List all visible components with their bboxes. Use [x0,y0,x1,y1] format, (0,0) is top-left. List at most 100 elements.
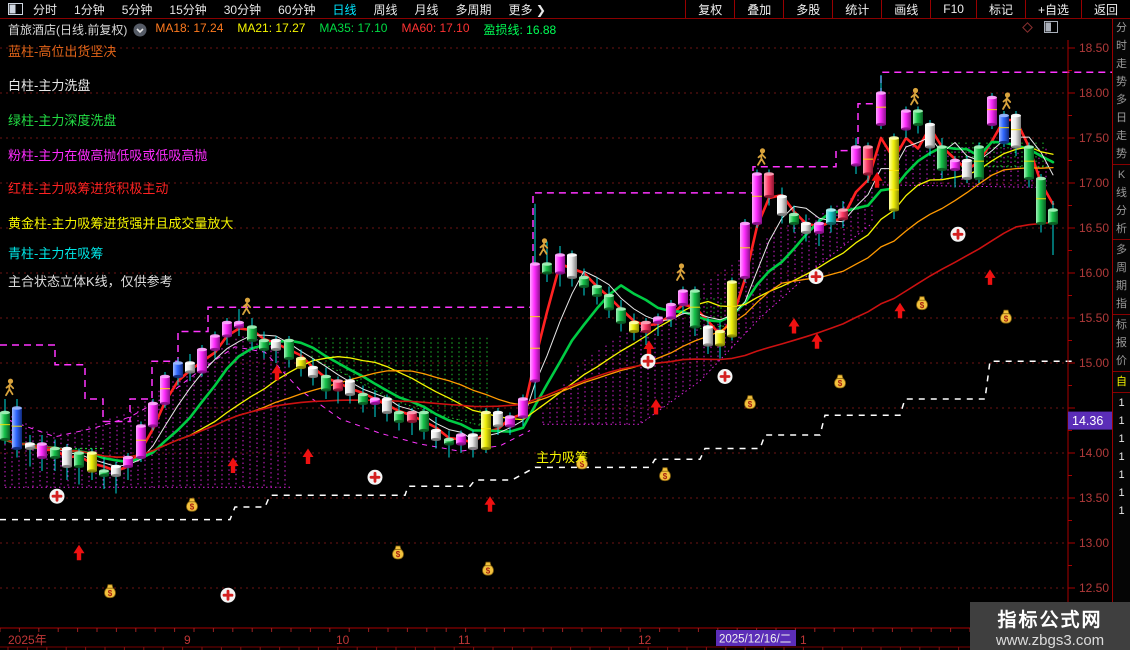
diamond-icon[interactable] [1021,21,1034,34]
walking-person-icon [5,378,15,397]
candlestick-chart: $$$$$$$$$$主力吸筹12.5013.0013.5014.0015.001… [0,40,1128,650]
money-bag-icon: $ [916,296,928,311]
sidebar-char[interactable]: 析 [1113,220,1130,238]
sidebar-char[interactable]: 分 [1113,202,1130,220]
x-axis-label: 12 [638,633,652,647]
action-button-统计[interactable]: 统计 [832,0,881,18]
buy-arrow-icon [984,269,996,285]
walking-person-icon [757,148,767,166]
sidebar-char[interactable]: 自 [1113,373,1130,391]
action-button-+自选[interactable]: +自选 [1024,0,1081,18]
medical-cross-icon [717,369,733,384]
period-tab-更多 ❯[interactable]: 更多 ❯ [509,1,546,18]
sidebar-char[interactable]: 标 [1113,316,1130,334]
legend-line-6: 青柱-主力在吸筹 [8,246,104,261]
legend-line-4: 红柱-主力吸筹进货积极主动 [8,181,169,196]
legend-line-1: 白柱-主力洗盘 [8,78,91,93]
price-highlight-value: 14.36 [1072,414,1103,428]
y-axis-label: 15.00 [1079,356,1109,370]
period-tab-多周期[interactable]: 多周期 [456,1,492,18]
action-button-画线[interactable]: 画线 [881,0,930,18]
stock-title[interactable]: 首旅酒店(日线.前复权) [8,21,127,38]
period-tab-日线[interactable]: 日线 [332,1,356,18]
layout-split-icon[interactable] [8,3,23,15]
sidebar-char[interactable]: 势 [1113,73,1130,91]
medical-cross-icon [808,269,824,285]
medical-cross-icon [640,353,656,369]
buy-arrow-icon [484,496,496,512]
period-tab-5分钟[interactable]: 5分钟 [122,1,153,18]
money-bag-icon: $ [186,497,198,512]
x-axis-label: 10 [336,633,350,647]
action-button-标记[interactable]: 标记 [975,0,1025,18]
sidebar-char[interactable]: 走 [1113,55,1130,73]
sidebar-char[interactable]: 势 [1113,145,1130,163]
medical-cross-icon [367,469,383,485]
right-sidebar[interactable]: 分时走势多日走势K线分析多周期指标报价自1111111 [1112,19,1130,650]
medical-cross-icon [49,488,65,504]
action-button-返回[interactable]: 返回 [1080,0,1130,18]
x-axis-label: 9 [184,633,191,647]
period-tab-15分钟[interactable]: 15分钟 [169,1,206,18]
y-axis-label: 18.00 [1079,86,1109,100]
walking-person-icon [1002,92,1012,110]
period-tab-30分钟[interactable]: 30分钟 [224,1,261,18]
svg-text:$: $ [838,379,843,388]
buy-arrow-icon [302,448,314,464]
money-bag-icon: $ [1000,309,1012,324]
legend-line-5: 黄金柱-主力吸筹进货强并且成交量放大 [8,216,234,231]
sidebar-char[interactable]: 期 [1113,277,1130,295]
indicator-value-4: 盈损线: 16.88 [483,23,557,37]
app-window: $ $ $ $ $ $ $ $ $ $ 主力吸筹 12.50 13.00 13.50 14.00 15.00 1… [0,0,1130,650]
period-tabs: 分时 1分钟 5分钟 15分钟 30分钟 60分钟 日线 周线 月线 多周期 更多 ❯ [33,1,563,18]
action-button-多股[interactable]: 多股 [783,0,832,18]
ma-indicator-values: MA18: 17.24 MA21: 17.27 MA35: 17.10 MA60: 1… [155,21,570,38]
y-axis-label: 17.50 [1079,131,1109,145]
annotation-zhuli-xichou: 主力吸筹 [536,450,588,465]
walking-person-icon [539,238,549,256]
sidebar-char[interactable]: 1 [1113,394,1130,412]
sidebar-char[interactable]: 周 [1113,259,1130,277]
y-axis-label: 13.50 [1079,491,1109,505]
selected-date-value: 2025/12/16/二 [719,634,791,646]
sidebar-char[interactable]: 指 [1113,295,1130,313]
sidebar-char[interactable]: 1 [1113,448,1130,466]
period-tab-周线[interactable]: 周线 [373,1,397,18]
period-tab-分时[interactable]: 分时 [33,1,57,18]
action-button-复权[interactable]: 复权 [685,0,734,18]
svg-text:$: $ [663,472,668,481]
toolbar-actions: 复权 叠加 多股 统计 画线 F10 标记 +自选 返回 [685,0,1130,18]
money-bag-icon: $ [104,584,116,599]
sidebar-char[interactable]: 走 [1113,127,1130,145]
chevron-down-icon[interactable] [133,23,147,37]
sidebar-char[interactable]: K [1113,166,1130,184]
split-view-icon[interactable] [1044,21,1058,33]
sidebar-char[interactable]: 1 [1113,430,1130,448]
action-button-叠加[interactable]: 叠加 [734,0,783,18]
period-toolbar: 分时 1分钟 5分钟 15分钟 30分钟 60分钟 日线 周线 月线 多周期 更多 ❯ 复权 叠加 多股… [0,0,1130,19]
watermark: 指标公式网 www.zbgs3.com [970,602,1130,650]
svg-text:$: $ [190,503,195,512]
sidebar-char[interactable]: 1 [1113,412,1130,430]
svg-text:$: $ [920,301,925,310]
y-axis-label: 17.00 [1079,176,1109,190]
sidebar-char[interactable]: 多 [1113,241,1130,259]
sidebar-char[interactable]: 日 [1113,109,1130,127]
sidebar-char[interactable]: 价 [1113,352,1130,370]
period-tab-月线[interactable]: 月线 [415,1,439,18]
period-tab-1分钟[interactable]: 1分钟 [74,1,105,18]
sidebar-char[interactable]: 报 [1113,334,1130,352]
watermark-site-name: 指标公式网 [997,610,1103,631]
svg-text:$: $ [486,566,491,575]
sidebar-char[interactable]: 线 [1113,184,1130,202]
svg-text:$: $ [748,400,753,409]
sidebar-char[interactable]: 1 [1113,502,1130,520]
sidebar-char[interactable]: 1 [1113,484,1130,502]
sidebar-char[interactable]: 1 [1113,466,1130,484]
sidebar-char[interactable]: 多 [1113,91,1130,109]
medical-cross-icon [950,226,966,242]
period-tab-60分钟[interactable]: 60分钟 [278,1,315,18]
buy-arrow-icon [650,399,662,415]
y-axis-label: 16.50 [1079,221,1109,235]
action-button-F10[interactable]: F10 [930,0,976,18]
